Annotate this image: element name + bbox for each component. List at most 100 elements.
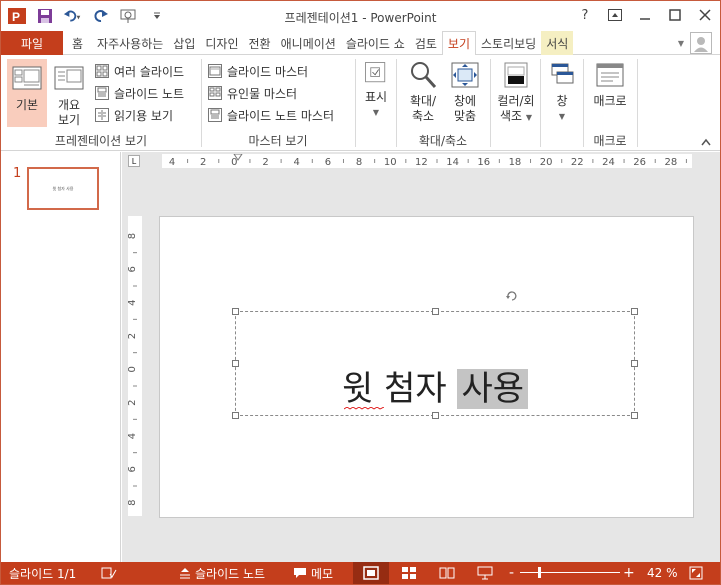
group-color: 컬러/회 색조 ▼ (491, 55, 539, 151)
slide-count[interactable]: 슬라이드 1/1 (9, 562, 76, 584)
handout-master-button[interactable]: 유인물 마스터 (208, 83, 297, 103)
zoom-out-button[interactable]: - (509, 562, 514, 584)
reading-view-status-button[interactable] (429, 562, 465, 584)
slide-thumbnail[interactable]: 윗 첨자 사용 (27, 167, 99, 210)
group-label-presentation-views: 프레젠테이션 보기 (54, 134, 148, 148)
tab-home[interactable]: 홈 (63, 31, 92, 55)
tab-design[interactable]: 디자인 (200, 31, 243, 55)
fit-slide-to-window-icon[interactable] (689, 562, 703, 584)
collapse-ribbon-icon[interactable] (700, 136, 712, 146)
slide-sorter-status-button[interactable] (391, 562, 427, 584)
slide-show-status-button[interactable] (467, 562, 503, 584)
resize-handle-w[interactable] (232, 360, 239, 367)
title-bar: P ▾ 프레젠테이션1 - PowerPoint ? (1, 1, 720, 31)
tab-file[interactable]: 파일 (1, 31, 63, 55)
spellcheck-squiggle (343, 407, 384, 410)
zoom-in-button[interactable]: + (623, 562, 635, 584)
slide-editor: L 4 2 0 2 4 6 8 10 12 14 16 18 20 22 24 26 28 864202468 … (122, 152, 720, 562)
tab-slide-show[interactable]: 슬라이드 쇼 (341, 31, 410, 55)
tab-review[interactable]: 검토 (410, 31, 442, 55)
fit-label-2: 맞춤 (453, 109, 477, 123)
tab-selector[interactable]: L (128, 155, 140, 167)
ruler-tick-label: 22 (571, 157, 584, 168)
slide-master-icon (208, 64, 222, 78)
resize-handle-nw[interactable] (232, 308, 239, 315)
ribbon-display-options-icon[interactable] (606, 6, 624, 24)
ruler-tick-label: 26 (633, 157, 646, 168)
ruler-tick-label: 10 (384, 157, 397, 168)
color-label-1: 컬러/회 (497, 94, 535, 108)
resize-handle-n[interactable] (432, 308, 439, 315)
vertical-ruler[interactable]: 8 6 4 2 0 2 4 6 8 (128, 216, 142, 516)
slide-master-button[interactable]: 슬라이드 마스터 (208, 61, 308, 81)
zoom-level[interactable]: 42 % (647, 562, 678, 584)
ruler-tick-label: 6 (128, 266, 138, 272)
slide-canvas[interactable]: 윗 첨자 사용 (159, 216, 694, 518)
notes-master-button[interactable]: 슬라이드 노트 마스터 (208, 105, 334, 125)
window-button[interactable]: 창 ▼ (546, 59, 578, 124)
resize-handle-ne[interactable] (631, 308, 638, 315)
ruler-tick-label: 2 (128, 399, 138, 405)
show-label: 표시 (364, 90, 388, 104)
account-dropdown-icon[interactable]: ▼ (678, 39, 684, 48)
tab-animations[interactable]: 애니메이션 (276, 31, 341, 55)
fit-to-window-button[interactable]: 창에 맞춤 (447, 59, 483, 124)
tab-list: 홈 자주사용하는 삽입 디자인 전환 애니메이션 슬라이드 쇼 검토 보기 스토… (63, 31, 574, 56)
slide-text[interactable]: 윗 첨자 사용 (236, 369, 634, 410)
reading-view-icon (95, 108, 109, 122)
resize-handle-e[interactable] (631, 360, 638, 367)
normal-view-status-button[interactable] (353, 562, 389, 584)
tab-insert[interactable]: 삽입 (168, 31, 200, 55)
notes-page-label: 슬라이드 노트 (114, 86, 185, 101)
slide-sorter-button[interactable]: 여러 슬라이드 (95, 61, 184, 81)
group-zoom: 확대/ 축소 창에 맞춤 확대/축소 (397, 55, 489, 151)
maximize-icon[interactable] (666, 6, 684, 24)
resize-handle-se[interactable] (631, 412, 638, 419)
ruler-tick-label: 12 (415, 157, 428, 168)
notes-toggle[interactable]: 슬라이드 노트 (179, 562, 265, 584)
tab-storyboarding[interactable]: 스토리보딩 (476, 31, 541, 55)
resize-handle-sw[interactable] (232, 412, 239, 419)
zoom-slider-track[interactable] (520, 572, 620, 573)
window-controls: ? (576, 6, 714, 24)
show-button[interactable]: 표시 ▼ (360, 59, 392, 120)
window-dropdown-icon: ▼ (558, 112, 566, 121)
zoom-button[interactable]: 확대/ 축소 (403, 59, 443, 124)
zoom-slider-thumb[interactable] (538, 567, 541, 578)
spelling-status-icon[interactable] (101, 562, 117, 584)
notes-master-label: 슬라이드 노트 마스터 (227, 108, 334, 123)
resize-handle-s[interactable] (432, 412, 439, 419)
account-area: ▼ (678, 32, 712, 54)
tab-format[interactable]: 서식 (541, 31, 574, 55)
ruler-tick-label: 16 (477, 157, 490, 168)
notes-page-button[interactable]: 슬라이드 노트 (95, 83, 184, 103)
notes-page-icon (95, 86, 109, 100)
help-button[interactable]: ? (576, 6, 594, 24)
color-grayscale-button[interactable]: 컬러/회 색조 ▼ (493, 59, 539, 125)
group-window: 창 ▼ (541, 55, 583, 151)
show-dropdown-icon: ▼ (372, 108, 380, 117)
ribbon: 기본 개요 보기 여러 슬라이드 슬라이드 노트 읽기용 보기 프레젠테이션 보… (1, 55, 720, 151)
comments-toggle[interactable]: 메모 (293, 562, 333, 584)
text-box[interactable]: 윗 첨자 사용 (232, 291, 638, 419)
rotate-handle-icon[interactable] (505, 289, 519, 303)
tab-view[interactable]: 보기 (441, 31, 477, 56)
close-icon[interactable] (696, 6, 714, 24)
tab-transitions[interactable]: 전환 (244, 31, 276, 55)
zoom-label-2: 축소 (411, 109, 435, 123)
tab-frequently-used[interactable]: 자주사용하는 (92, 31, 168, 55)
slide-master-label: 슬라이드 마스터 (227, 64, 309, 79)
show-icon (365, 62, 386, 83)
macros-button[interactable]: 매크로 (588, 59, 632, 109)
zoom-magnifier-icon (411, 62, 437, 89)
ruler-tick-label: 4 (128, 299, 138, 305)
outline-view-button[interactable]: 개요 보기 (51, 59, 87, 128)
reading-view-label: 읽기용 보기 (114, 108, 174, 123)
normal-view-button[interactable]: 기본 (7, 59, 47, 127)
avatar[interactable] (690, 32, 712, 54)
reading-view-button[interactable]: 읽기용 보기 (95, 105, 173, 125)
horizontal-ruler[interactable]: 4 2 0 2 4 6 8 10 12 14 16 18 20 22 24 26 28 (162, 154, 692, 168)
minimize-icon[interactable] (636, 6, 654, 24)
group-separator (637, 59, 638, 147)
zoom-label-1: 확대/ (409, 94, 437, 108)
